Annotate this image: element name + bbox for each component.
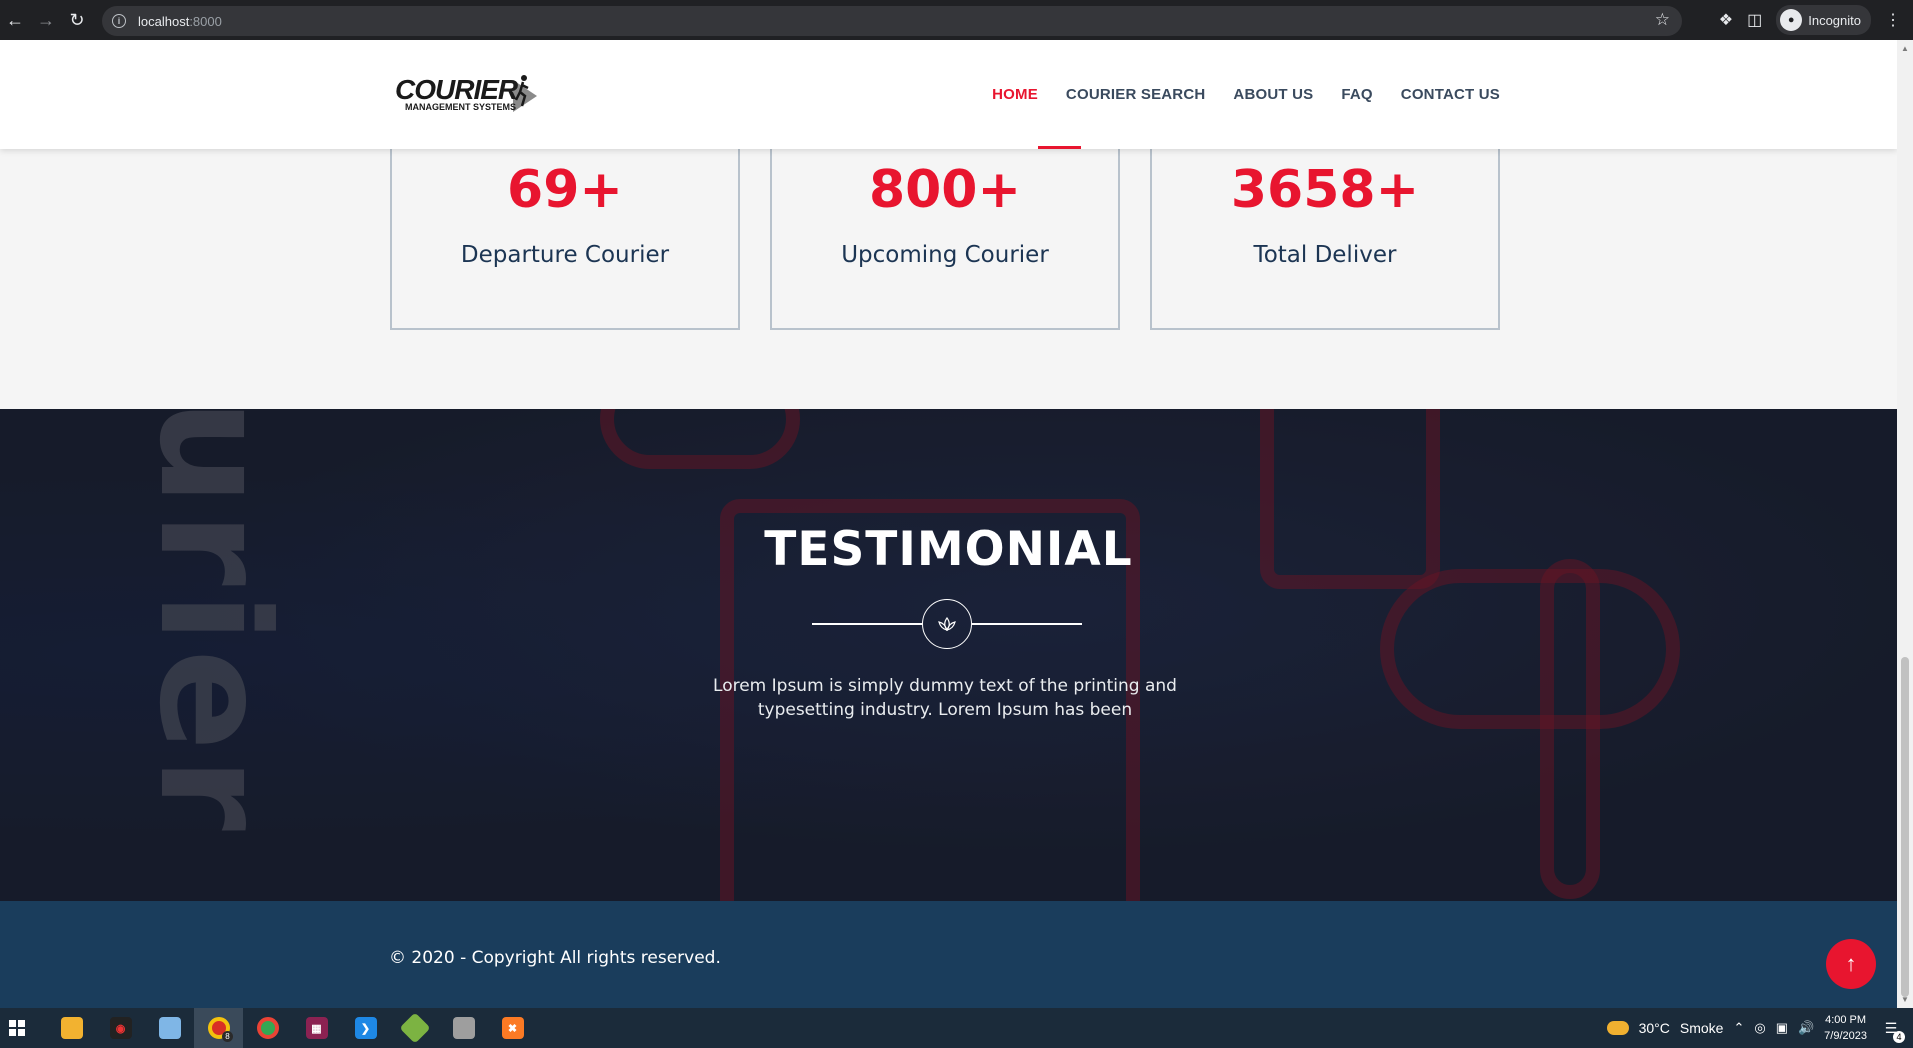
- forward-arrow-icon[interactable]: →: [31, 5, 61, 35]
- nav-about-us[interactable]: ABOUT US: [1233, 86, 1313, 103]
- browser-actions: ❖ ◫ ● Incognito ⋮: [1719, 0, 1913, 40]
- weather-temp[interactable]: 30°C: [1639, 1020, 1670, 1036]
- testimonial-section: urier TESTIMONIAL Lorem Ipsum is simply …: [0, 409, 1897, 901]
- stat-card-departure: 69+ Departure Courier: [390, 130, 740, 330]
- taskbar-chrome[interactable]: 8: [194, 1008, 243, 1048]
- nav-active-indicator: [1038, 146, 1081, 149]
- windows-taskbar: ◉ 8 ▦ ❯ ✖ 30°C Smoke ⌃ ◎ ▣ 🔊 4:00 PM 7/9…: [0, 1008, 1913, 1048]
- extensions-puzzle-icon[interactable]: ❖: [1719, 10, 1733, 30]
- taskbar-chrome-profile[interactable]: [243, 1008, 292, 1048]
- taskbar-app-notepad[interactable]: [145, 1008, 194, 1048]
- taskbar-file-explorer[interactable]: [47, 1008, 96, 1048]
- main-navigation: HOME COURIER SEARCH ABOUT US FAQ CONTACT…: [992, 86, 1500, 103]
- taskbar-vscode[interactable]: ❯: [341, 1008, 390, 1048]
- archive-icon: ▦: [305, 1017, 328, 1039]
- stat-card-upcoming: 800+ Upcoming Courier: [770, 130, 1120, 330]
- testimonial-overlay: [0, 409, 1897, 901]
- copyright-text: © 2020 - Copyright All rights reserved.: [389, 948, 721, 968]
- taskbar-app-dark[interactable]: ◉: [96, 1008, 145, 1048]
- taskbar-git[interactable]: [390, 1008, 439, 1048]
- browser-nav-buttons: ← → ↻: [0, 5, 92, 35]
- scrollbar-thumb[interactable]: [1901, 657, 1909, 997]
- stat-card-total: 3658+ Total Deliver: [1150, 130, 1500, 330]
- folder-icon: [60, 1017, 83, 1039]
- scroll-down-icon[interactable]: ▼: [1901, 995, 1909, 1004]
- site-info-icon[interactable]: i: [112, 14, 126, 28]
- windows-logo-icon: [9, 1020, 25, 1036]
- clock-time: 4:00 PM: [1825, 1014, 1867, 1026]
- testimonial-text: Lorem Ipsum is simply dummy text of the …: [713, 676, 1177, 720]
- logo-runner-icon: [515, 75, 529, 107]
- taskbar-xampp[interactable]: ✖: [488, 1008, 537, 1048]
- incognito-icon: ●: [1780, 9, 1803, 31]
- back-to-top-button[interactable]: ↑: [1826, 939, 1876, 989]
- taskbar-apps: ◉ 8 ▦ ❯ ✖: [47, 1008, 537, 1048]
- meet-now-icon[interactable]: ◎: [1754, 1020, 1765, 1036]
- address-bar[interactable]: i localhost:8000 ☆: [102, 6, 1682, 36]
- system-tray: 30°C Smoke ⌃ ◎ ▣ 🔊 4:00 PM 7/9/2023 ☰ 4: [1606, 1008, 1913, 1048]
- clock[interactable]: 4:00 PM 7/9/2023: [1824, 1012, 1867, 1044]
- start-button[interactable]: [0, 1008, 34, 1048]
- tray-chevron-icon[interactable]: ⌃: [1733, 1020, 1744, 1036]
- reload-icon[interactable]: ↻: [62, 5, 92, 35]
- notification-count: 4: [1893, 1031, 1905, 1043]
- git-icon: [398, 1012, 431, 1044]
- nav-faq[interactable]: FAQ: [1341, 86, 1372, 103]
- weather-desc[interactable]: Smoke: [1680, 1020, 1724, 1036]
- nav-home[interactable]: HOME: [992, 86, 1038, 103]
- side-panel-icon[interactable]: ◫: [1747, 10, 1762, 30]
- scroll-up-icon[interactable]: ▲: [1901, 44, 1909, 53]
- xampp-icon: ✖: [501, 1017, 524, 1039]
- app-icon: ◉: [109, 1017, 132, 1039]
- page-scrollbar[interactable]: ▲ ▼: [1897, 40, 1913, 1008]
- network-icon[interactable]: ▣: [1776, 1020, 1788, 1036]
- site-logo[interactable]: COURIER MANAGEMENT SYSTEMS: [395, 74, 545, 118]
- taskbar-app-gray[interactable]: [439, 1008, 488, 1048]
- stat-number: 3658+: [1230, 160, 1420, 220]
- back-arrow-icon[interactable]: ←: [0, 5, 30, 35]
- logo-subtitle: MANAGEMENT SYSTEMS: [405, 102, 517, 112]
- vscode-icon: ❯: [354, 1017, 377, 1039]
- stat-number: 69+: [507, 160, 623, 220]
- taskbar-winrar[interactable]: ▦: [292, 1008, 341, 1048]
- incognito-profile-button[interactable]: ● Incognito: [1776, 5, 1871, 35]
- site-header: COURIER MANAGEMENT SYSTEMS HOME COURIER …: [0, 40, 1897, 149]
- stat-label: Departure Courier: [460, 242, 670, 268]
- stat-label: Total Deliver: [1253, 242, 1397, 268]
- clock-date: 7/9/2023: [1824, 1030, 1867, 1042]
- testimonial-title: TESTIMONIAL: [764, 522, 1133, 577]
- browser-menu-icon[interactable]: ⋮: [1885, 10, 1901, 30]
- chrome-window-badge: 8: [222, 1031, 233, 1042]
- nav-courier-search[interactable]: COURIER SEARCH: [1066, 86, 1205, 103]
- notification-center-icon[interactable]: ☰ 4: [1877, 1015, 1905, 1043]
- divider-line: [972, 623, 1082, 625]
- nav-contact-us[interactable]: CONTACT US: [1401, 86, 1500, 103]
- bookmark-star-icon[interactable]: ☆: [1655, 10, 1670, 30]
- notepad-icon: [158, 1017, 181, 1039]
- app-icon: [452, 1017, 475, 1039]
- stat-label: Upcoming Courier: [841, 242, 1049, 268]
- chrome-icon: [256, 1017, 279, 1039]
- stat-number: 800+: [868, 160, 1022, 220]
- lotus-icon: [922, 599, 972, 649]
- site-footer: © 2020 - Copyright All rights reserved.: [0, 901, 1897, 1008]
- browser-toolbar: ← → ↻ i localhost:8000 ☆ ❖ ◫ ● Incognito…: [0, 0, 1913, 40]
- page-viewport: 69+ Departure Courier 800+ Upcoming Cour…: [0, 40, 1897, 1008]
- weather-icon[interactable]: [1606, 1021, 1629, 1035]
- divider-line: [812, 623, 922, 625]
- url-text: localhost:8000: [138, 13, 222, 29]
- title-divider: [812, 599, 1082, 649]
- profile-label: Incognito: [1808, 12, 1861, 28]
- volume-icon[interactable]: 🔊: [1798, 1020, 1814, 1036]
